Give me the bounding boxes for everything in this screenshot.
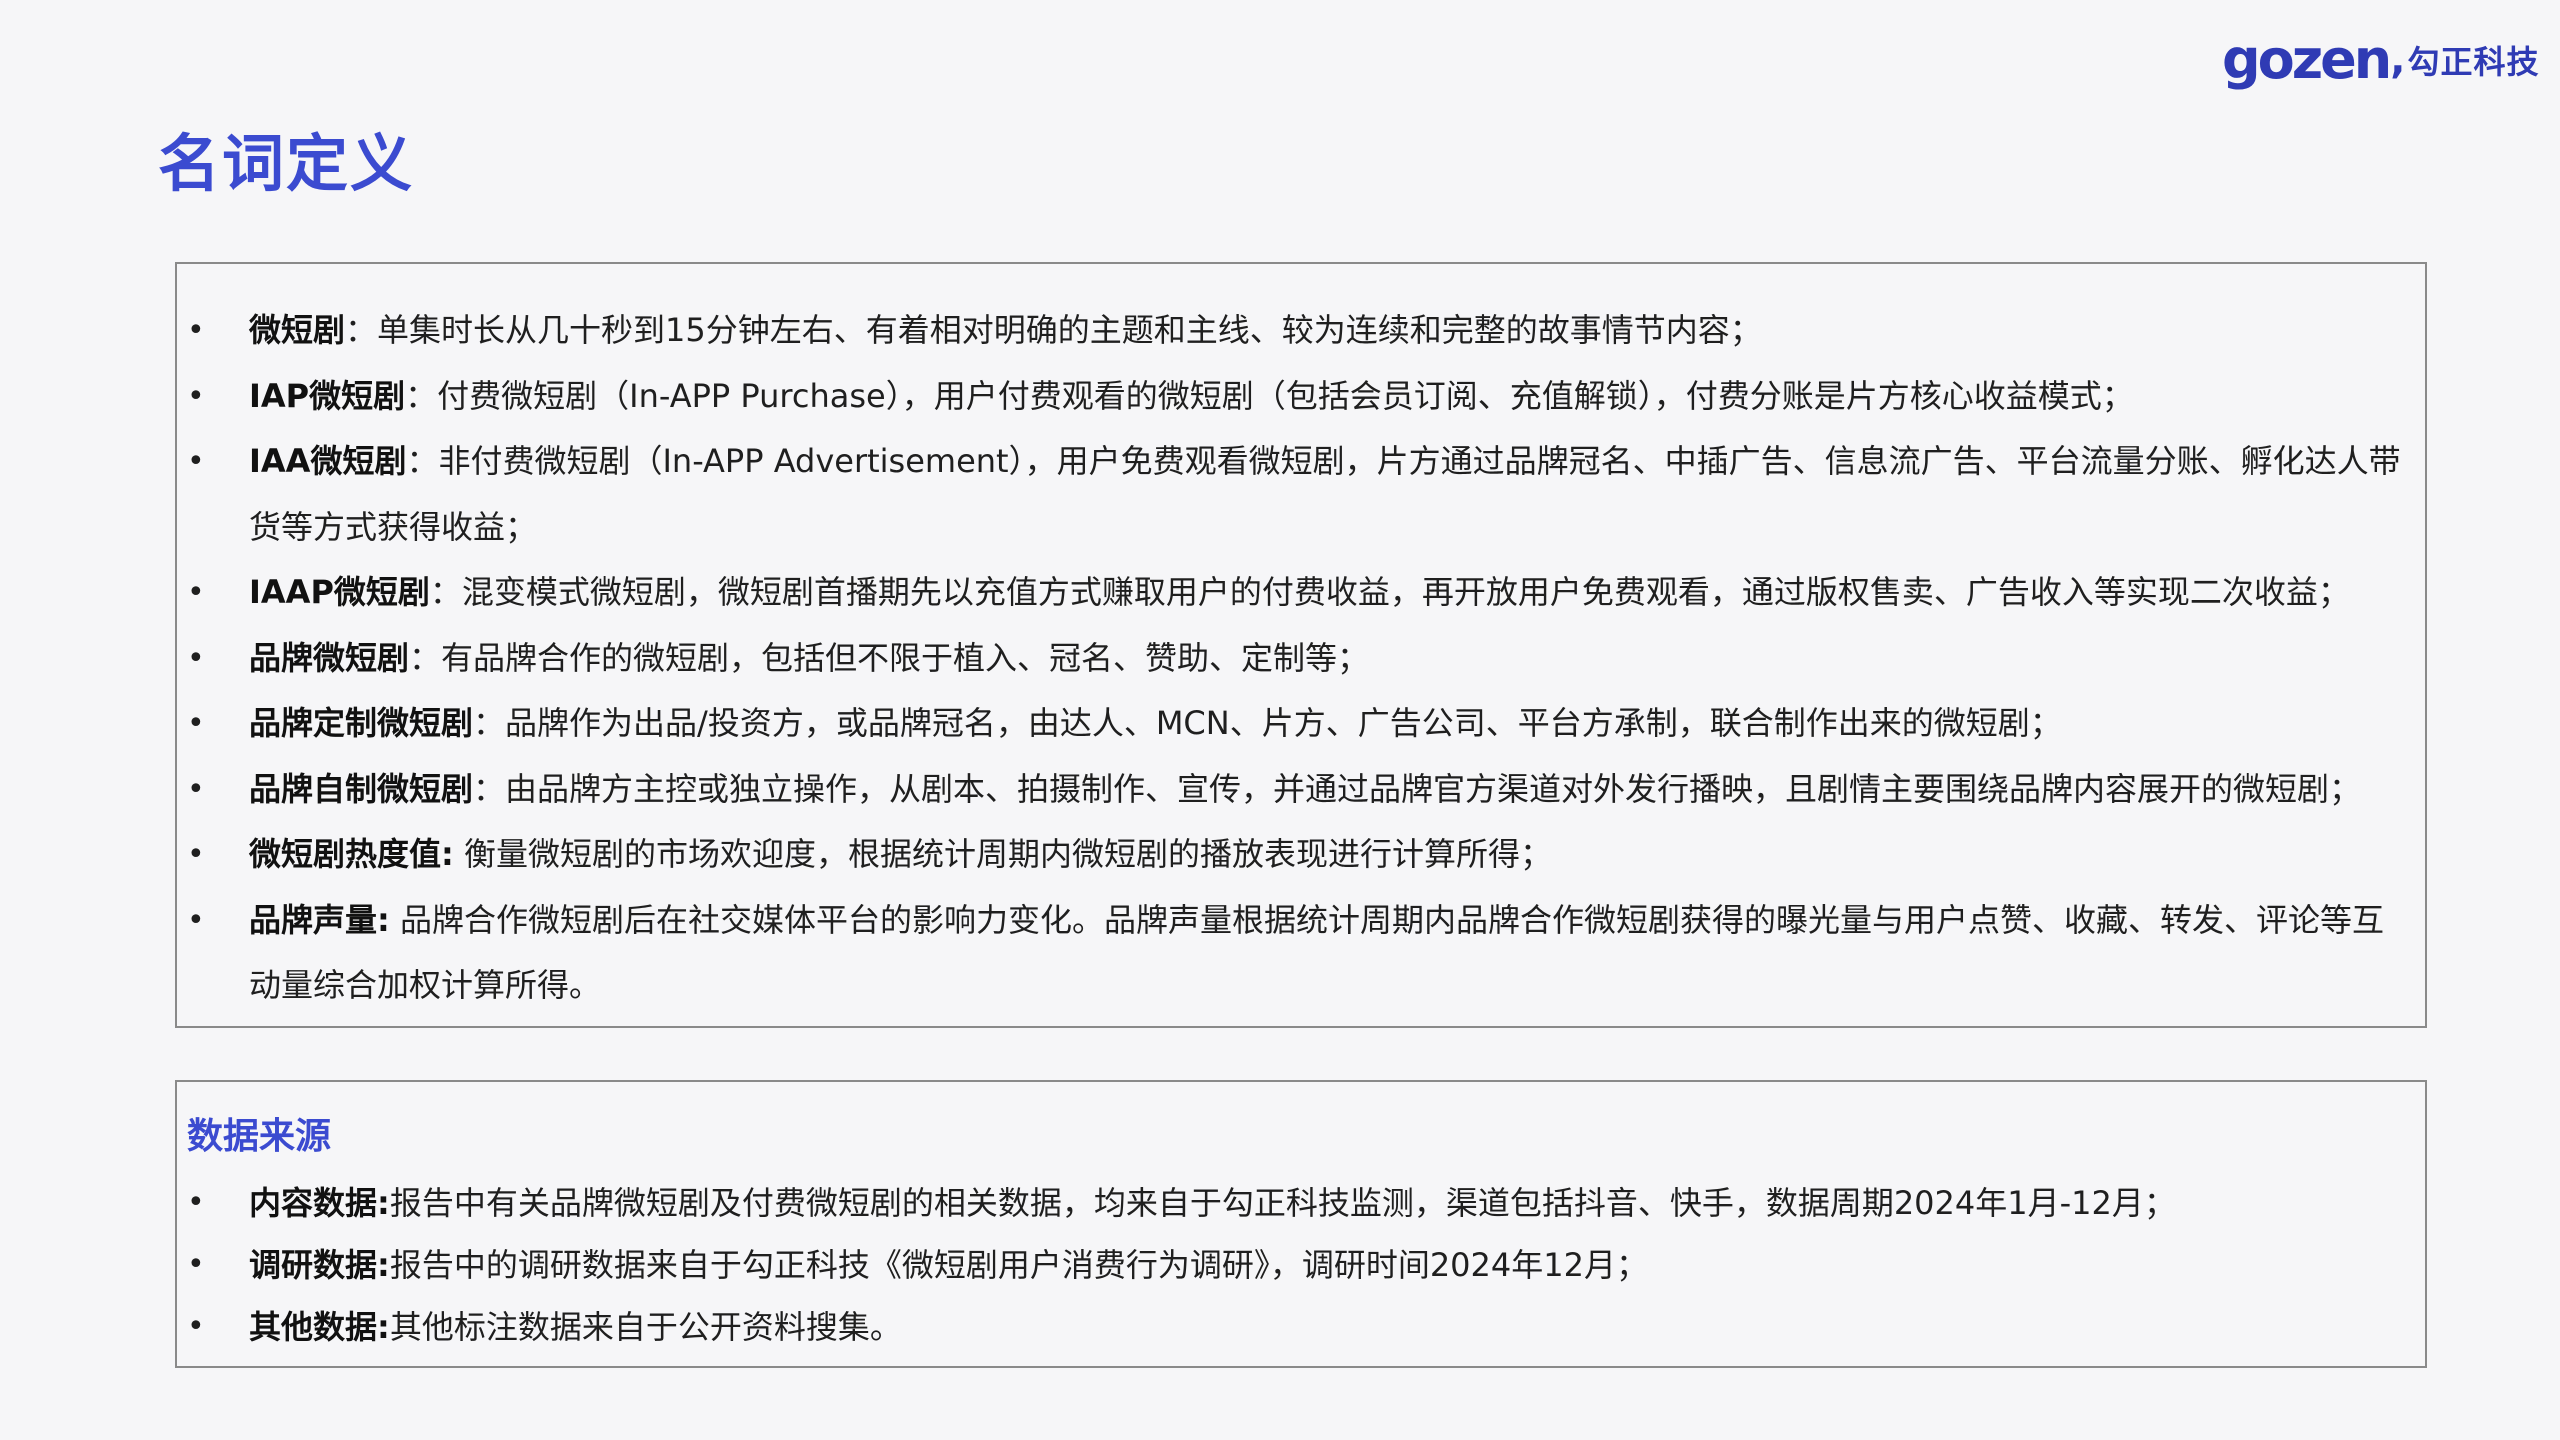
definition-item: • 品牌自制微短剧：由品牌方主控或独立操作，从剧本、拍摄制作、宣传，并通过品牌官方… — [177, 757, 2425, 823]
logo-separator: , — [2390, 37, 2406, 83]
definition-item: • IAAP微短剧：混变模式微短剧，微短剧首播期先以充值方式赚取用户的付费收益，再… — [177, 560, 2425, 626]
definition-separator: ： — [409, 638, 442, 677]
bullet-icon: • — [187, 575, 205, 610]
definition-separator: ： — [345, 311, 378, 349]
definition-separator: ： — [473, 769, 506, 808]
definition-term: 品牌定制微短剧 — [249, 704, 474, 742]
bullet-icon: • — [187, 1247, 205, 1282]
bullet-icon: • — [187, 902, 205, 938]
definition-item: • IAA微短剧：非付费微短剧（In-APP Advertisement），用户免… — [177, 429, 2425, 560]
logo-company-name: 勾正科技 — [2407, 43, 2540, 81]
definitions-box: • 微短剧：单集时长从几十秒到15分钟左右、有着相对明确的主题和主线、较为连续和完… — [175, 262, 2427, 1028]
definition-text: 品牌作为出品/投资方，或品牌冠名，由达人、MCN、片方、广告公司、平台方承制，联… — [505, 704, 2062, 742]
bullet-icon: • — [187, 378, 205, 414]
definition-item: • IAP微短剧：付费微短剧（In-APP Purchase），用户付费观看的微短… — [177, 364, 2425, 430]
definition-term: IAA微短剧 — [249, 442, 407, 480]
definition-text: 非付费微短剧（In-APP Advertisement），用户免费观看微短剧，片… — [249, 442, 2401, 546]
definition-item: • 微短剧热度值: 衡量微短剧的市场欢迎度，根据统计周期内微短剧的播放表现进行计算… — [177, 822, 2425, 888]
bullet-icon: • — [187, 706, 205, 741]
definition-item: • 微短剧：单集时长从几十秒到15分钟左右、有着相对明确的主题和主线、较为连续和完… — [177, 298, 2425, 364]
definition-text: 品牌合作微短剧后在社交媒体平台的影响力变化。品牌声量根据统计周期内品牌合作微短剧… — [249, 900, 2384, 1005]
definition-term: 品牌自制微短剧 — [249, 769, 474, 808]
definition-separator: ： — [406, 442, 439, 480]
definition-separator — [390, 901, 400, 939]
definition-term: 微短剧 — [249, 311, 346, 349]
definition-text: 衡量微短剧的市场欢迎度，根据统计周期内微短剧的播放表现进行计算所得； — [463, 835, 1552, 873]
data-source-text: 报告中有关品牌微短剧及付费微短剧的相关数据，均来自于勾正科技监测，渠道包括抖音、… — [389, 1184, 2176, 1222]
bullet-icon: • — [187, 640, 205, 676]
definition-item: • 品牌微短剧：有品牌合作的微短剧，包括但不限于植入、冠名、赞助、定制等； — [177, 626, 2425, 692]
data-sources-list: • 内容数据:报告中有关品牌微短剧及付费微短剧的相关数据，均来自于勾正科技监测，渠… — [177, 1172, 2425, 1358]
definition-separator: ： — [473, 704, 506, 742]
definition-text: 单集时长从几十秒到15分钟左右、有着相对明确的主题和主线、较为连续和完整的故事情… — [377, 311, 1762, 349]
data-source-text: 其他标注数据来自于公开资料搜集。 — [389, 1308, 902, 1346]
company-logo: gozen , 勾正科技 — [2222, 30, 2539, 90]
definition-term: IAP微短剧 — [249, 376, 406, 415]
logo-mark: gozen — [2222, 28, 2392, 91]
bullet-icon: • — [187, 837, 205, 872]
data-sources-title: 数据来源 — [187, 1116, 332, 1157]
data-source-term: 其他数据: — [249, 1308, 390, 1346]
definition-text: 由品牌方主控或独立操作，从剧本、拍摄制作、宣传，并通过品牌官方渠道对外发行播映，… — [505, 769, 2362, 808]
data-sources-box: 数据来源 • 内容数据:报告中有关品牌微短剧及付费微短剧的相关数据，均来自于勾正科… — [175, 1080, 2427, 1368]
data-source-item: • 调研数据:报告中的调研数据来自于勾正科技《微短剧用户消费行为调研》，调研时间2… — [177, 1234, 2425, 1296]
definition-item: • 品牌声量: 品牌合作微短剧后在社交媒体平台的影响力变化。品牌声量根据统计周期内… — [177, 888, 2425, 1019]
definition-text: 混变模式微短剧，微短剧首播期先以充值方式赚取用户的付费收益，再开放用户免费观看，… — [461, 573, 2350, 611]
data-source-item: • 其他数据:其他标注数据来自于公开资料搜集。 — [177, 1296, 2425, 1358]
bullet-icon: • — [187, 444, 205, 479]
definition-term: 品牌微短剧 — [249, 638, 410, 677]
definition-text: 有品牌合作的微短剧，包括但不限于植入、冠名、赞助、定制等； — [441, 638, 1370, 677]
data-source-term: 内容数据: — [249, 1184, 390, 1222]
definition-item: • 品牌定制微短剧：品牌作为出品/投资方，或品牌冠名，由达人、MCN、片方、广告公… — [177, 691, 2425, 757]
definition-term: 品牌声量: — [249, 900, 390, 939]
bullet-icon: • — [187, 1185, 205, 1220]
bullet-icon: • — [187, 313, 205, 348]
definition-term: 微短剧热度值: — [249, 835, 454, 873]
definition-separator — [454, 835, 464, 873]
data-source-text: 报告中的调研数据来自于勾正科技《微短剧用户消费行为调研》，调研时间2024年12… — [389, 1246, 1648, 1284]
definition-separator: ： — [405, 376, 438, 415]
definitions-list: • 微短剧：单集时长从几十秒到15分钟左右、有着相对明确的主题和主线、较为连续和完… — [177, 298, 2425, 1019]
definition-term: IAAP微短剧 — [249, 573, 430, 611]
data-source-item: • 内容数据:报告中有关品牌微短剧及付费微短剧的相关数据，均来自于勾正科技监测，渠… — [177, 1172, 2425, 1234]
definition-text: 付费微短剧（In-APP Purchase），用户付费观看的微短剧（包括会员订阅… — [437, 376, 2134, 415]
data-source-term: 调研数据: — [249, 1246, 390, 1284]
bullet-icon: • — [187, 771, 205, 807]
bullet-icon: • — [187, 1309, 205, 1344]
definition-separator: ： — [429, 573, 462, 611]
page-title: 名词定义 — [158, 127, 415, 200]
